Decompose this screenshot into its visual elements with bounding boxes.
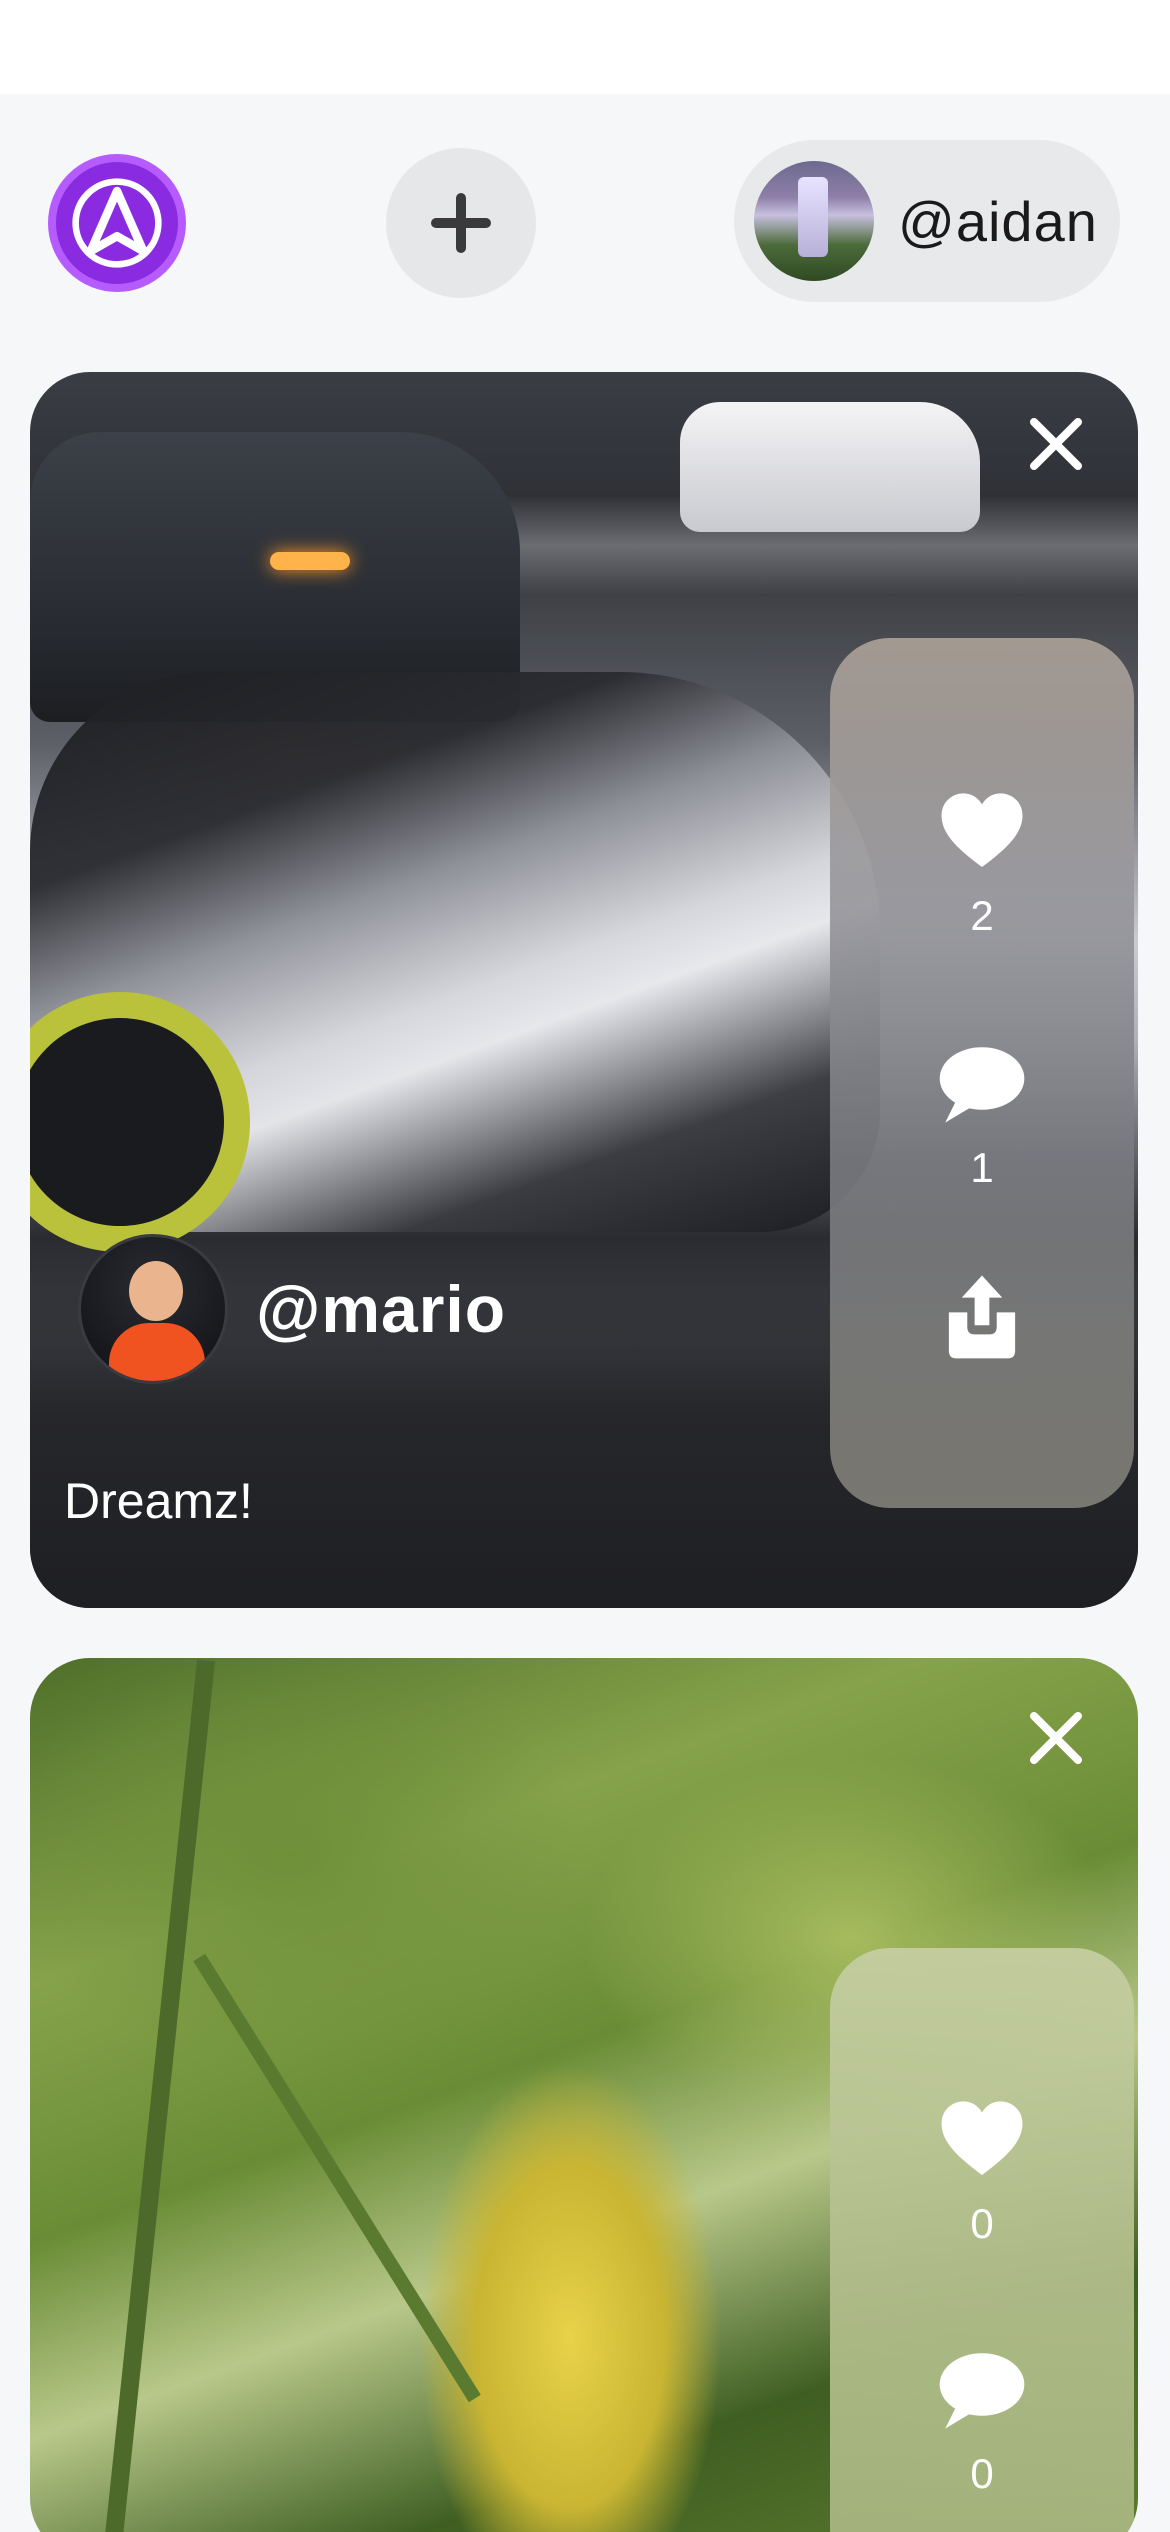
add-post-button[interactable] — [386, 148, 536, 298]
app-screen: @aidan 2 1 @mario Dreamz! 0 0 — [0, 94, 1170, 2532]
comment-icon — [939, 1047, 1025, 1123]
profile-username: @aidan — [898, 189, 1098, 253]
post-image — [103, 1659, 215, 2532]
top-bar: @aidan — [0, 94, 1170, 354]
like-count: 0 — [970, 2200, 994, 2247]
like-count: 2 — [970, 892, 994, 939]
avatar — [78, 1234, 228, 1384]
close-icon[interactable] — [1024, 412, 1088, 476]
brand-logo-icon[interactable] — [48, 154, 186, 292]
post-actions-panel: 0 0 — [830, 1948, 1134, 2532]
comment-button[interactable]: 0 — [936, 2344, 1028, 2498]
like-button[interactable]: 2 — [936, 786, 1028, 940]
comment-count: 0 — [970, 2450, 994, 2497]
share-button[interactable] — [936, 1270, 1028, 1362]
heart-icon — [941, 2101, 1023, 2175]
post-actions-panel: 2 1 — [830, 638, 1134, 1508]
heart-icon — [941, 793, 1023, 867]
status-bar — [0, 0, 1170, 94]
post-author[interactable]: @mario — [78, 1234, 506, 1384]
comment-icon — [939, 2353, 1025, 2429]
author-username: @mario — [256, 1272, 507, 1346]
post-card[interactable]: 2 1 @mario Dreamz! — [30, 372, 1138, 1608]
close-icon[interactable] — [1024, 1706, 1088, 1770]
post-caption: Dreamz! — [64, 1473, 253, 1529]
post-card[interactable]: 0 0 — [30, 1658, 1138, 2532]
profile-button[interactable]: @aidan — [734, 140, 1120, 302]
like-button[interactable]: 0 — [936, 2094, 1028, 2248]
share-icon — [948, 1275, 1016, 1359]
avatar — [754, 161, 874, 281]
plus-icon — [431, 193, 491, 253]
comment-count: 1 — [970, 1144, 994, 1191]
comment-button[interactable]: 1 — [936, 1038, 1028, 1192]
